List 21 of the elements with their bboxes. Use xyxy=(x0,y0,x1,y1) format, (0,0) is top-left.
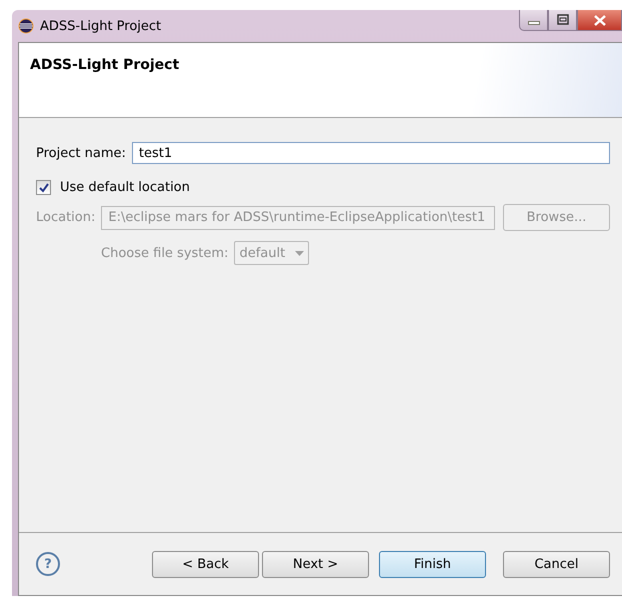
window-title: ADSS-Light Project xyxy=(40,18,162,34)
eclipse-icon xyxy=(18,18,34,34)
minimize-icon xyxy=(528,21,540,25)
checkbox[interactable] xyxy=(36,180,51,195)
close-button[interactable] xyxy=(577,10,622,31)
minimize-button[interactable] xyxy=(519,10,548,31)
project-name-field[interactable]: test1 xyxy=(132,142,610,164)
field-label: Project name: xyxy=(36,146,126,160)
close-icon xyxy=(594,14,606,26)
caret-icon xyxy=(295,250,304,256)
maximize-icon xyxy=(557,14,569,25)
dialog-button[interactable]: Finish xyxy=(379,550,486,578)
help-button[interactable]: ? xyxy=(36,552,60,576)
page-title: ADSS-Light Project xyxy=(30,57,180,73)
dialog-button[interactable]: < Back xyxy=(152,550,259,578)
field-label: Location: xyxy=(36,210,96,225)
dialog-button[interactable]: Cancel xyxy=(503,550,610,578)
field-label: Choose file system: xyxy=(101,246,228,260)
maximize-button[interactable] xyxy=(548,10,577,31)
dialog-button[interactable]: Next > xyxy=(262,550,369,578)
checkbox-label: Use default location xyxy=(60,180,190,195)
